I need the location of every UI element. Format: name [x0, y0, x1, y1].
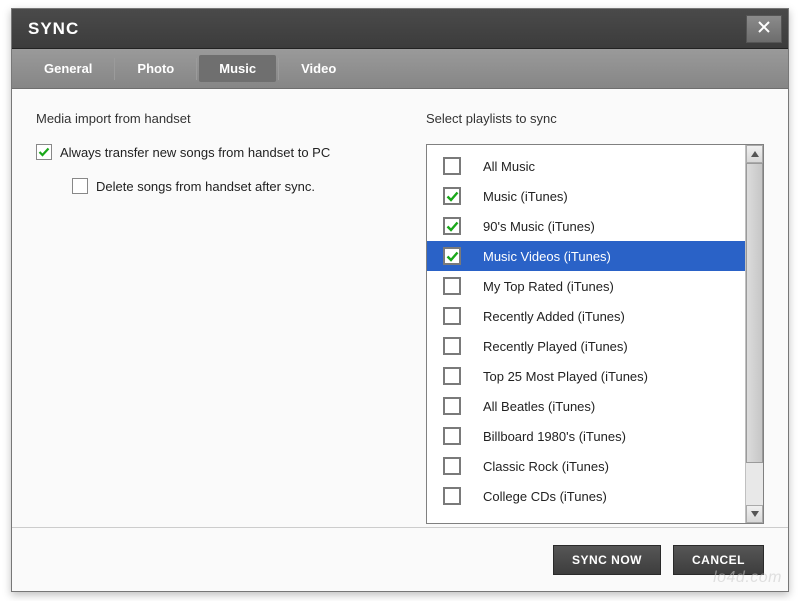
playlist-label: Music Videos (iTunes): [483, 249, 611, 264]
playlist-checkbox[interactable]: [443, 367, 461, 385]
playlist-label: College CDs (iTunes): [483, 489, 607, 504]
playlist-item[interactable]: Top 25 Most Played (iTunes): [427, 361, 745, 391]
playlist-item[interactable]: All Music: [427, 151, 745, 181]
playlist-item[interactable]: Music Videos (iTunes): [427, 241, 745, 271]
window-title: SYNC: [28, 19, 79, 39]
media-import-title: Media import from handset: [36, 111, 426, 126]
tab-separator: [114, 58, 115, 80]
playlists-title: Select playlists to sync: [426, 111, 764, 126]
playlist-scrollbar[interactable]: [745, 145, 763, 523]
delete-checkbox[interactable]: [72, 178, 88, 194]
playlist-checkbox[interactable]: [443, 487, 461, 505]
playlist-label: All Music: [483, 159, 535, 174]
playlist-item[interactable]: Music (iTunes): [427, 181, 745, 211]
right-pane: Select playlists to sync All Music Music …: [426, 111, 764, 525]
playlist-item[interactable]: Recently Played (iTunes): [427, 331, 745, 361]
playlist-item[interactable]: Classic Rock (iTunes): [427, 451, 745, 481]
playlist-box: All Music Music (iTunes) 90's Music (iTune…: [426, 144, 764, 524]
playlist-checkbox[interactable]: [443, 157, 461, 175]
playlist-checkbox[interactable]: [443, 427, 461, 445]
transfer-row: Always transfer new songs from handset t…: [36, 144, 426, 160]
cancel-button[interactable]: CANCEL: [673, 545, 764, 575]
playlist-label: Billboard 1980's (iTunes): [483, 429, 626, 444]
playlist-item[interactable]: Billboard 1980's (iTunes): [427, 421, 745, 451]
playlist-label: Classic Rock (iTunes): [483, 459, 609, 474]
tab-general[interactable]: General: [24, 55, 112, 82]
scroll-up-button[interactable]: [746, 145, 763, 163]
close-icon: [758, 20, 770, 38]
playlist-item[interactable]: Recently Added (iTunes): [427, 301, 745, 331]
sync-now-button[interactable]: SYNC NOW: [553, 545, 661, 575]
playlist-item[interactable]: All Beatles (iTunes): [427, 391, 745, 421]
content-area: Media import from handset Always transfe…: [12, 89, 788, 525]
playlist-checkbox[interactable]: [443, 217, 461, 235]
tab-separator: [278, 58, 279, 80]
playlist-checkbox[interactable]: [443, 397, 461, 415]
playlist-item[interactable]: 90's Music (iTunes): [427, 211, 745, 241]
footer: SYNC NOW CANCEL: [12, 527, 788, 591]
tab-bar: General Photo Music Video: [12, 49, 788, 89]
chevron-up-icon: [751, 151, 759, 157]
delete-row: Delete songs from handset after sync.: [72, 178, 426, 194]
tab-video[interactable]: Video: [281, 55, 356, 82]
playlist-label: Music (iTunes): [483, 189, 568, 204]
playlist-label: Recently Played (iTunes): [483, 339, 628, 354]
playlist-label: Recently Added (iTunes): [483, 309, 625, 324]
playlist-checkbox[interactable]: [443, 337, 461, 355]
left-pane: Media import from handset Always transfe…: [36, 111, 426, 525]
playlist-checkbox[interactable]: [443, 247, 461, 265]
playlist-list[interactable]: All Music Music (iTunes) 90's Music (iTune…: [427, 145, 745, 523]
playlist-item[interactable]: College CDs (iTunes): [427, 481, 745, 511]
playlist-checkbox[interactable]: [443, 187, 461, 205]
tab-photo[interactable]: Photo: [117, 55, 194, 82]
scroll-down-button[interactable]: [746, 505, 763, 523]
tab-music[interactable]: Music: [199, 55, 276, 82]
playlist-label: My Top Rated (iTunes): [483, 279, 614, 294]
delete-label: Delete songs from handset after sync.: [96, 179, 315, 194]
titlebar: SYNC: [12, 9, 788, 49]
transfer-label: Always transfer new songs from handset t…: [60, 145, 330, 160]
playlist-checkbox[interactable]: [443, 307, 461, 325]
close-button[interactable]: [746, 15, 782, 43]
sync-window: SYNC General Photo Music Video Media imp…: [11, 8, 789, 592]
transfer-checkbox[interactable]: [36, 144, 52, 160]
scroll-thumb[interactable]: [746, 163, 763, 463]
playlist-label: 90's Music (iTunes): [483, 219, 595, 234]
playlist-label: All Beatles (iTunes): [483, 399, 595, 414]
playlist-label: Top 25 Most Played (iTunes): [483, 369, 648, 384]
playlist-checkbox[interactable]: [443, 277, 461, 295]
playlist-item[interactable]: My Top Rated (iTunes): [427, 271, 745, 301]
playlist-checkbox[interactable]: [443, 457, 461, 475]
tab-separator: [196, 58, 197, 80]
chevron-down-icon: [751, 511, 759, 517]
